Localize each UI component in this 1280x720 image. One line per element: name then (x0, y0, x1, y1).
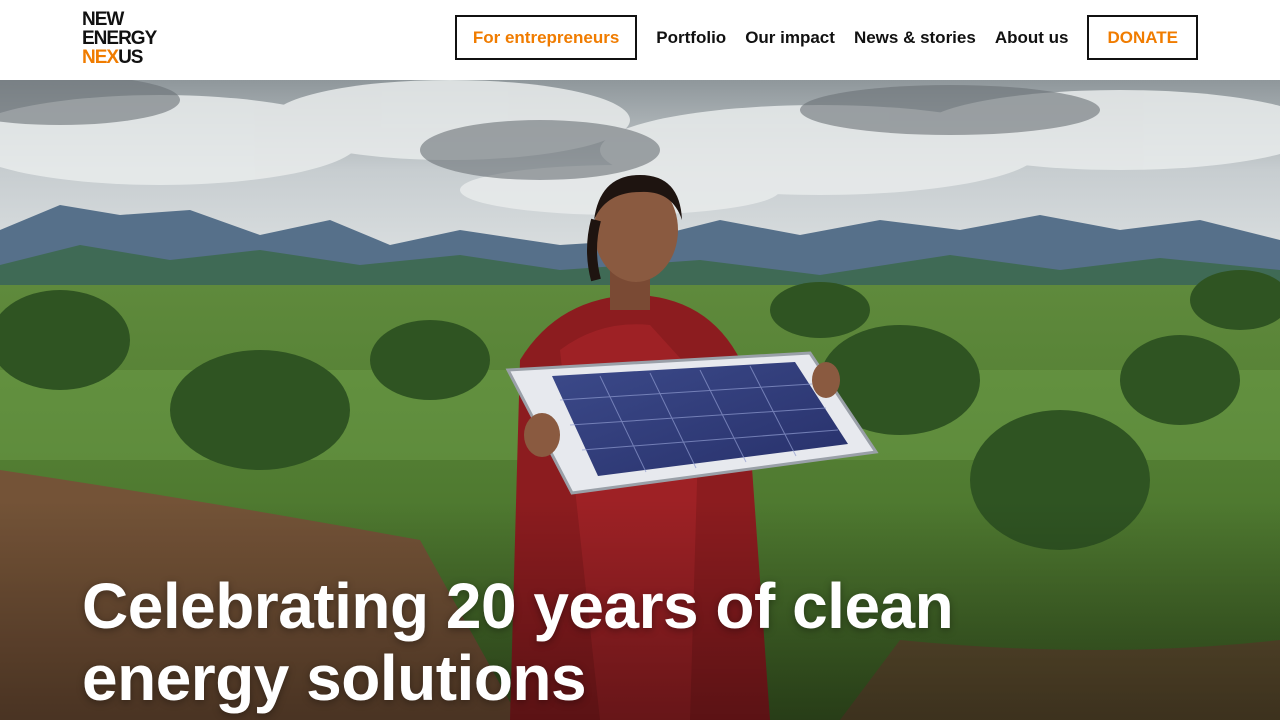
nav-link-our-impact[interactable]: Our impact (745, 28, 835, 48)
logo-accent-text: NEX (82, 47, 119, 68)
logo-line-3: NEXUS (82, 48, 156, 67)
logo-rest-text: US (118, 47, 143, 68)
hero-title: Celebrating 20 years of clean energy sol… (82, 570, 954, 714)
logo-line-1: NEW (82, 9, 124, 30)
donate-button[interactable]: DONATE (1087, 15, 1198, 60)
nav-link-about-us[interactable]: About us (995, 28, 1069, 48)
logo-line-2: ENERGY (82, 28, 157, 49)
site-header: NEW ENERGY NEXUS For entrepreneurs Portf… (0, 0, 1280, 80)
for-entrepreneurs-button[interactable]: For entrepreneurs (454, 15, 638, 60)
nav-link-news-stories[interactable]: News & stories (854, 28, 976, 48)
main-navigation: For entrepreneurs Portfolio Our impact N… (454, 15, 1198, 60)
hero-section: Celebrating 20 years of clean energy sol… (0, 80, 1280, 720)
new-energy-nexus-logo[interactable]: NEW ENERGY NEXUS (82, 9, 157, 67)
nav-link-portfolio[interactable]: Portfolio (656, 28, 726, 48)
